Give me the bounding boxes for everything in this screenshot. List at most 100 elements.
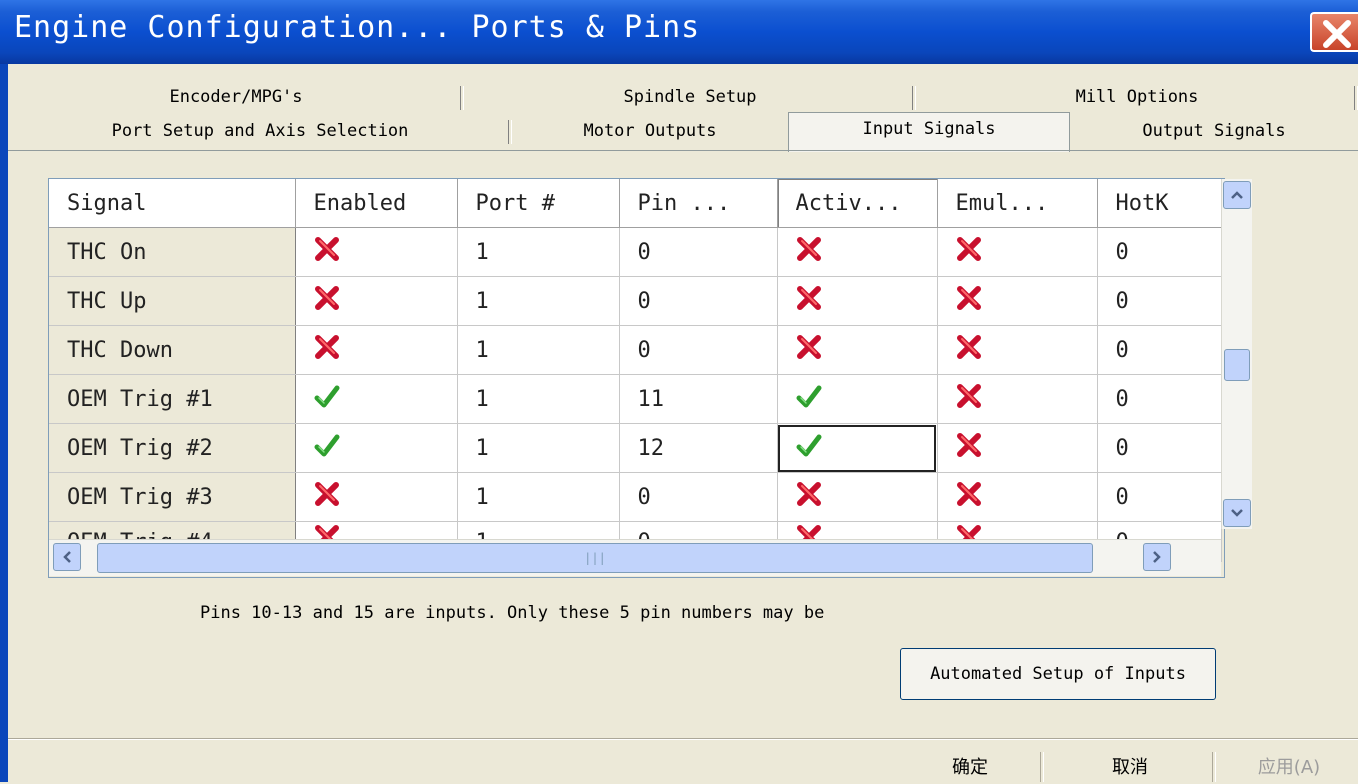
enabled-cell[interactable] — [295, 374, 458, 424]
cross-icon — [314, 237, 339, 261]
horizontal-scrollbar[interactable]: ||| — [49, 539, 1221, 576]
tab-output-signals[interactable]: Output Signals — [1070, 116, 1358, 146]
pin-cell[interactable]: 0 — [619, 472, 778, 522]
cross-icon — [314, 335, 339, 359]
emulated-cell[interactable] — [937, 276, 1098, 326]
hotkey-cell[interactable]: 0 — [1097, 276, 1222, 326]
check-icon — [314, 434, 339, 457]
signal-cell[interactable]: THC Down — [49, 325, 296, 375]
chevron-down-icon — [1231, 509, 1243, 517]
chevron-up-icon — [1231, 191, 1243, 199]
tab-label: Encoder/MPG's — [169, 87, 303, 107]
cancel-button[interactable]: 取消 — [1060, 752, 1200, 784]
scroll-left-button[interactable] — [53, 543, 81, 571]
column-header-port[interactable]: Port # — [457, 179, 620, 228]
cross-icon — [796, 237, 821, 261]
table-row: THC Up 1 0 0 — [49, 276, 1222, 326]
port-cell[interactable]: 1 — [457, 374, 620, 424]
vertical-scroll-thumb[interactable] — [1224, 349, 1250, 381]
active-cell[interactable] — [777, 423, 938, 473]
port-cell[interactable]: 1 — [457, 472, 620, 522]
cross-icon — [956, 237, 981, 261]
pin-info-note: Pins 10-13 and 15 are inputs. Only these… — [200, 603, 825, 623]
column-header-hotkey[interactable]: HotK — [1097, 179, 1222, 228]
footer-separator — [1040, 752, 1044, 782]
horizontal-scroll-thumb[interactable]: ||| — [97, 543, 1093, 573]
hotkey-cell[interactable]: 0 — [1097, 374, 1222, 424]
apply-button[interactable]: 应用(A) — [1220, 752, 1358, 784]
port-cell[interactable]: 1 — [457, 227, 620, 277]
input-signals-grid[interactable]: Signal Enabled Port # Pin ... Activ... E… — [48, 178, 1252, 578]
ok-button[interactable]: 确定 — [900, 752, 1040, 784]
chevron-left-icon — [63, 551, 71, 563]
emulated-cell[interactable] — [937, 423, 1098, 473]
active-cell[interactable] — [777, 276, 938, 326]
enabled-cell[interactable] — [295, 325, 458, 375]
table-row: OEM Trig #3 1 0 0 — [49, 472, 1222, 522]
tab-port-setup[interactable]: Port Setup and Axis Selection — [8, 116, 512, 146]
signal-cell[interactable]: OEM Trig #2 — [49, 423, 296, 473]
enabled-cell[interactable] — [295, 472, 458, 522]
column-header-active-low[interactable]: Activ... — [777, 179, 938, 228]
footer-separator — [1212, 752, 1216, 782]
cross-icon — [956, 482, 981, 506]
close-button[interactable] — [1310, 12, 1358, 52]
tab-strip: Encoder/MPG's Spindle Setup Mill Options… — [8, 64, 1358, 152]
pin-cell[interactable]: 0 — [619, 276, 778, 326]
table-row: THC Down 1 0 0 — [49, 325, 1222, 375]
active-cell[interactable] — [777, 374, 938, 424]
scroll-down-button[interactable] — [1223, 499, 1251, 527]
port-cell[interactable]: 1 — [457, 276, 620, 326]
emulated-cell[interactable] — [937, 472, 1098, 522]
hotkey-cell[interactable]: 0 — [1097, 423, 1222, 473]
port-cell[interactable]: 1 — [457, 423, 620, 473]
column-header-enabled[interactable]: Enabled — [295, 179, 458, 228]
close-icon — [1323, 20, 1351, 48]
active-cell[interactable] — [777, 227, 938, 277]
title-bar: Engine Configuration... Ports & Pins — [0, 0, 1358, 64]
hotkey-cell[interactable]: 0 — [1097, 325, 1222, 375]
hotkey-cell[interactable]: 0 — [1097, 472, 1222, 522]
check-icon — [314, 385, 339, 408]
window-border — [0, 64, 8, 782]
table-row: OEM Trig #1 1 11 0 — [49, 374, 1222, 424]
column-header-pin[interactable]: Pin ... — [619, 179, 778, 228]
tab-label: Spindle Setup — [623, 87, 757, 107]
cross-icon — [956, 286, 981, 310]
emulated-cell[interactable] — [937, 374, 1098, 424]
enabled-cell[interactable] — [295, 423, 458, 473]
tab-motor-outputs[interactable]: Motor Outputs — [512, 116, 788, 146]
tab-mill-options[interactable]: Mill Options — [916, 82, 1358, 112]
cross-icon — [314, 286, 339, 310]
enabled-cell[interactable] — [295, 276, 458, 326]
signal-cell[interactable]: OEM Trig #1 — [49, 374, 296, 424]
tab-divider — [8, 150, 1358, 151]
tab-spindle-setup[interactable]: Spindle Setup — [464, 82, 916, 112]
vertical-scrollbar[interactable] — [1221, 179, 1252, 529]
scroll-right-button[interactable] — [1143, 543, 1171, 571]
emulated-cell[interactable] — [937, 227, 1098, 277]
automated-setup-button[interactable]: Automated Setup of Inputs — [900, 648, 1216, 700]
active-cell[interactable] — [777, 325, 938, 375]
signal-cell[interactable]: OEM Trig #3 — [49, 472, 296, 522]
footer-divider-highlight — [8, 739, 1358, 740]
pin-cell[interactable]: 12 — [619, 423, 778, 473]
enabled-cell[interactable] — [295, 227, 458, 277]
emulated-cell[interactable] — [937, 325, 1098, 375]
scroll-up-button[interactable] — [1223, 181, 1251, 209]
pin-cell[interactable]: 0 — [619, 325, 778, 375]
column-header-signal[interactable]: Signal — [49, 179, 296, 228]
tab-input-signals[interactable]: Input Signals — [788, 112, 1070, 152]
tab-label: Port Setup and Axis Selection — [111, 121, 409, 141]
column-header-emulated[interactable]: Emul... — [937, 179, 1098, 228]
cross-icon — [796, 286, 821, 310]
signal-cell[interactable]: THC On — [49, 227, 296, 277]
port-cell[interactable]: 1 — [457, 325, 620, 375]
pin-cell[interactable]: 0 — [619, 227, 778, 277]
hotkey-cell[interactable]: 0 — [1097, 227, 1222, 277]
active-cell[interactable] — [777, 472, 938, 522]
pin-cell[interactable]: 11 — [619, 374, 778, 424]
tab-encoder-mpg[interactable]: Encoder/MPG's — [8, 82, 464, 112]
check-icon — [796, 385, 821, 408]
signal-cell[interactable]: THC Up — [49, 276, 296, 326]
